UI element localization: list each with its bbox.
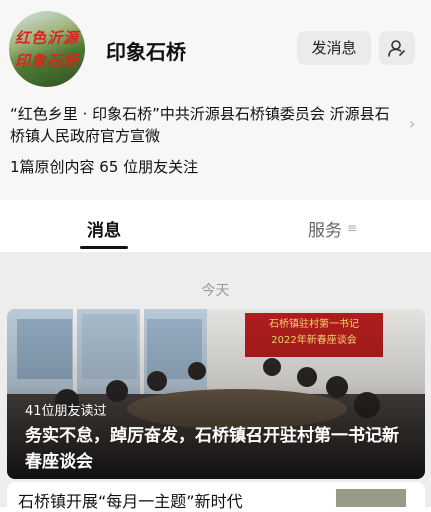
cover-banner-line1: 石桥镇驻村第一书记 [269,319,359,330]
tab-bar [0,200,431,252]
chevron-right-icon[interactable]: › [409,114,415,133]
avatar-text-line2: 印象石桥 [14,52,79,70]
account-name: 印象石桥 [106,40,186,64]
user-icon [388,40,405,57]
account-stats[interactable]: 1篇原创内容 65 位朋友关注 [10,156,198,177]
tab-active-indicator [80,246,128,249]
article-read-count: 41位朋友读过 [25,404,107,419]
next-article-title[interactable]: 石桥镇开展“每月一主题”新时代 [18,488,243,512]
tab-messages[interactable]: 消息 [87,216,121,241]
feed-date-label: 今天 [201,283,230,299]
next-article-thumbnail [336,489,406,507]
menu-icon[interactable]: ≡ [347,221,357,235]
account-avatar[interactable]: 红色沂源 印象石桥 [9,11,85,87]
account-description[interactable]: “红色乡里 · 印象石桥”中共沂源县石桥镇委员会 沂源县石桥镇人民政府官方宣微 [10,103,394,147]
profile-button[interactable] [379,31,415,65]
cover-banner-line2: 2022年新春座谈会 [271,335,357,346]
tab-services[interactable]: 服务 [308,216,342,241]
avatar-text-line1: 红色沂源 [14,29,79,47]
send-message-button[interactable]: 发消息 [297,31,371,65]
article-title[interactable]: 务实不怠，踔厉奋发，石桥镇召开驻村第一书记新春座谈会 [25,423,415,475]
